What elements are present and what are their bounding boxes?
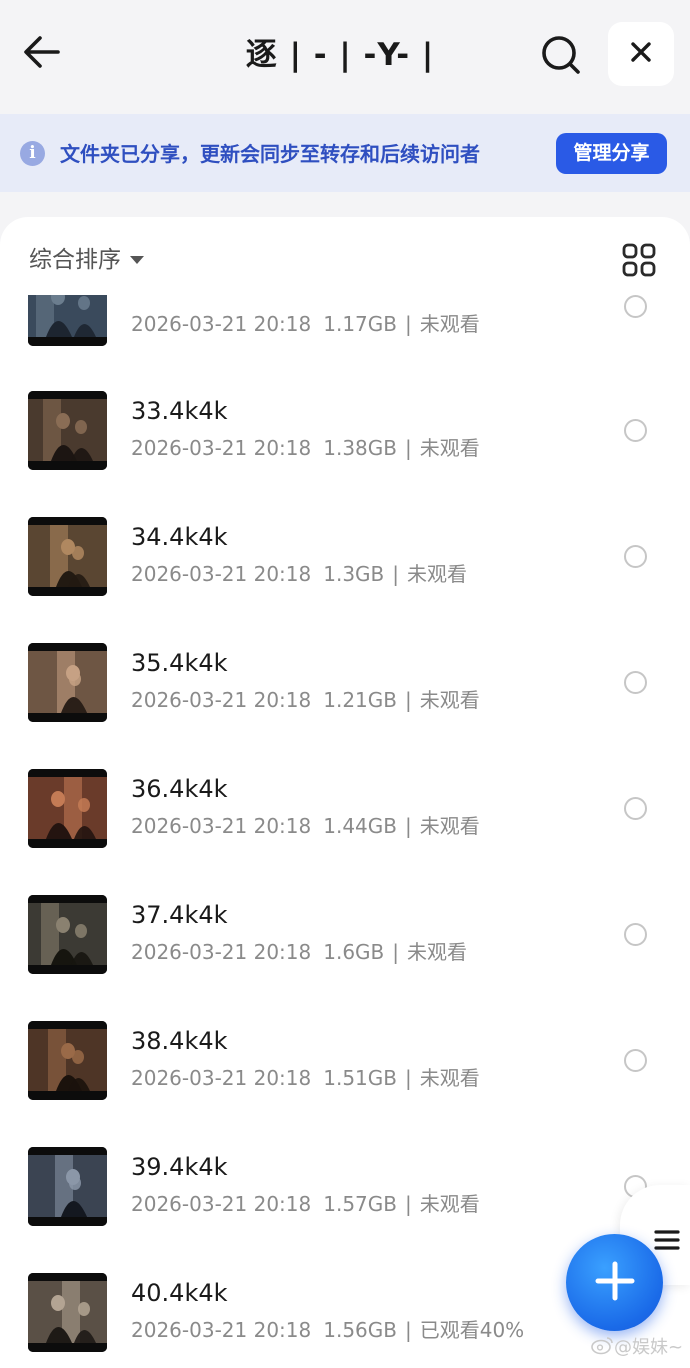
file-date: 2026-03-21 20:18 [131,1066,312,1090]
file-date: 2026-03-21 20:18 [131,688,312,712]
watch-status: 未观看 [419,436,480,460]
caret-down-icon [130,256,144,264]
file-name: 34.4k4k [131,523,228,551]
file-name: 37.4k4k [131,901,228,929]
select-radio[interactable] [624,419,647,442]
file-meta: 2026-03-21 20:18 1.56GB | 已观看40% [131,1315,524,1345]
watermark-text: @娱妹~ [614,1337,684,1358]
file-meta: 2026-03-21 20:18 1.6GB | 未观看 [131,937,467,967]
meta-separator: | [404,1066,412,1090]
sort-dropdown[interactable]: 综合排序 [29,243,144,277]
watch-status: 未观看 [419,1192,480,1216]
file-date: 2026-03-21 20:18 [131,1192,312,1216]
file-date: 2026-03-21 20:18 [131,436,312,460]
search-icon [540,34,582,80]
video-thumbnail [28,391,107,470]
file-row[interactable]: 38.4k4k 2026-03-21 20:18 1.51GB | 未观看 [0,1021,690,1147]
file-date: 2026-03-21 20:18 [131,562,312,586]
file-name: 33.4k4k [131,397,228,425]
meta-separator: | [392,562,400,586]
select-radio[interactable] [624,923,647,946]
file-row[interactable]: 36.4k4k 2026-03-21 20:18 1.44GB | 未观看 [0,769,690,895]
file-row[interactable]: 2026-03-21 20:18 1.17GB | 未观看 [0,295,690,393]
file-date: 2026-03-21 20:18 [131,814,312,838]
manage-share-button[interactable]: 管理分享 [556,133,667,174]
file-meta: 2026-03-21 20:18 1.17GB | 未观看 [131,309,480,339]
file-size: 1.21GB [323,688,397,712]
file-meta: 2026-03-21 20:18 1.57GB | 未观看 [131,1189,480,1219]
file-name: 40.4k4k [131,1279,228,1307]
watermark: @娱妹~ [590,1336,683,1360]
select-radio[interactable] [624,295,647,318]
file-list: 2026-03-21 20:18 1.17GB | 未观看 33.4k4k 2026-03… [0,295,690,1368]
video-thumbnail [28,1273,107,1352]
select-radio[interactable] [624,545,647,568]
file-date: 2026-03-21 20:18 [131,940,312,964]
video-thumbnail [28,895,107,974]
sort-label: 综合排序 [29,247,121,273]
file-row[interactable]: 34.4k4k 2026-03-21 20:18 1.3GB | 未观看 [0,517,690,643]
file-size: 1.57GB [323,1192,397,1216]
menu-button[interactable] [654,1227,680,1253]
back-button[interactable] [20,34,64,74]
file-size: 1.17GB [323,312,397,336]
select-radio[interactable] [624,671,647,694]
watch-status: 未观看 [419,312,480,336]
close-icon [630,41,652,67]
file-size: 1.6GB [323,940,385,964]
file-size: 1.56GB [323,1318,397,1342]
weibo-icon [590,1335,614,1362]
info-icon: i [20,141,45,166]
file-meta: 2026-03-21 20:18 1.44GB | 未观看 [131,811,480,841]
meta-separator: | [404,814,412,838]
menu-icon [654,1230,680,1257]
file-name: 36.4k4k [131,775,228,803]
meta-separator: | [404,688,412,712]
file-meta: 2026-03-21 20:18 1.38GB | 未观看 [131,433,480,463]
select-radio[interactable] [624,1049,647,1072]
watch-status: 未观看 [419,688,480,712]
video-thumbnail [28,769,107,848]
meta-separator: | [404,1318,412,1342]
share-notice-text: 文件夹已分享，更新会同步至转存和后续访问者 [60,142,480,166]
file-size: 1.3GB [323,562,385,586]
add-button[interactable] [566,1234,663,1331]
video-thumbnail [28,1021,107,1100]
file-meta: 2026-03-21 20:18 1.51GB | 未观看 [131,1063,480,1093]
watch-status: 未观看 [407,940,468,964]
file-size: 1.44GB [323,814,397,838]
file-row[interactable]: 35.4k4k 2026-03-21 20:18 1.21GB | 未观看 [0,643,690,769]
grid-view-icon [622,243,656,281]
meta-separator: | [404,1192,412,1216]
file-row[interactable]: 33.4k4k 2026-03-21 20:18 1.38GB | 未观看 [0,391,690,517]
watch-status: 未观看 [419,814,480,838]
plus-icon [595,1261,635,1305]
close-button[interactable] [608,22,674,86]
meta-separator: | [404,436,412,460]
meta-separator: | [404,312,412,336]
file-size: 1.51GB [323,1066,397,1090]
watch-status: 已观看40% [419,1318,525,1342]
file-date: 2026-03-21 20:18 [131,312,312,336]
file-name: 38.4k4k [131,1027,228,1055]
search-button[interactable] [538,34,584,80]
grid-view-button[interactable] [622,243,656,277]
arrow-left-icon [22,35,62,73]
file-row[interactable]: 37.4k4k 2026-03-21 20:18 1.6GB | 未观看 [0,895,690,1021]
video-thumbnail [28,643,107,722]
watch-status: 未观看 [407,562,468,586]
file-meta: 2026-03-21 20:18 1.3GB | 未观看 [131,559,467,589]
video-thumbnail [28,517,107,596]
watch-status: 未观看 [419,1066,480,1090]
file-name: 35.4k4k [131,649,228,677]
file-size: 1.38GB [323,436,397,460]
file-date: 2026-03-21 20:18 [131,1318,312,1342]
file-name: 39.4k4k [131,1153,228,1181]
page-title: 逐 | - | -Y- | [245,37,435,73]
video-thumbnail [28,1147,107,1226]
select-radio[interactable] [624,797,647,820]
meta-separator: | [392,940,400,964]
video-thumbnail [28,295,107,346]
file-meta: 2026-03-21 20:18 1.21GB | 未观看 [131,685,480,715]
